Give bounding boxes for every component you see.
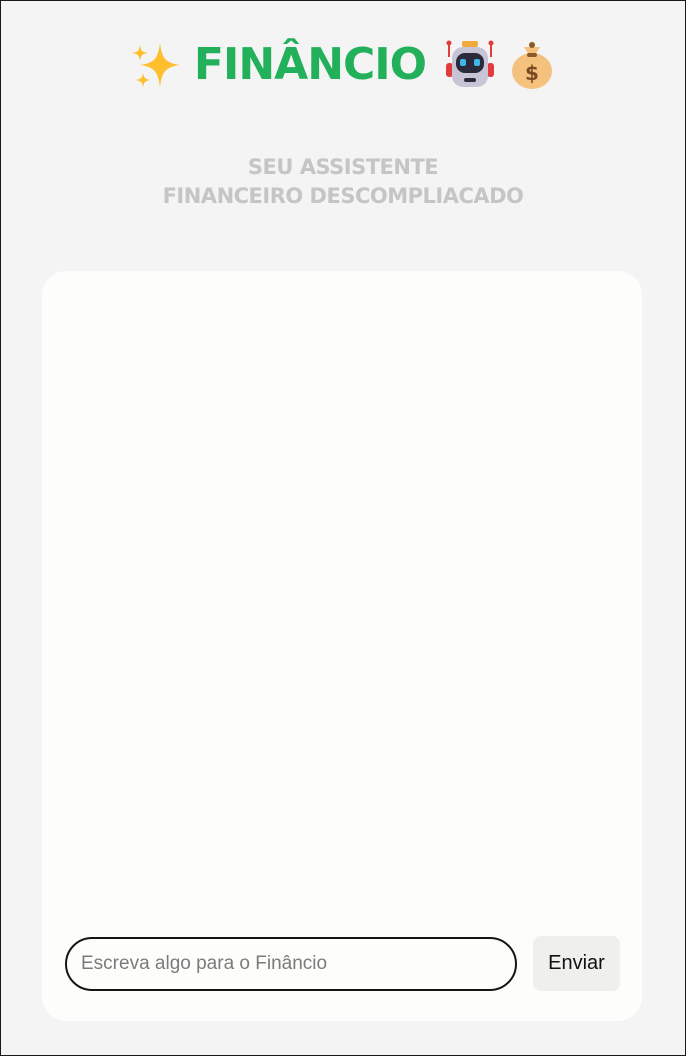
- subtitle-line-1: SEU ASSISTENTE: [247, 155, 439, 179]
- app-title: FINÂNCIO: [193, 39, 427, 90]
- robot-icon: [444, 39, 496, 91]
- chat-message-input[interactable]: [65, 936, 517, 991]
- chat-messages-area[interactable]: [58, 287, 626, 921]
- chat-panel: Enviar: [42, 271, 642, 1021]
- svg-text:$: $: [525, 61, 539, 85]
- chat-input-form: Enviar: [65, 936, 620, 991]
- app-header: FINÂNCIO $: [1, 35, 685, 95]
- subtitle-line-2: FINANCEIRO DESCOMPLIACADO: [162, 184, 524, 208]
- app-subtitle: SEU ASSISTENTE FINANCEIRO DESCOMPLIACADO: [1, 153, 685, 211]
- money-bag-icon: $: [508, 39, 556, 91]
- send-button[interactable]: Enviar: [533, 936, 620, 991]
- sparkles-icon: [130, 39, 182, 91]
